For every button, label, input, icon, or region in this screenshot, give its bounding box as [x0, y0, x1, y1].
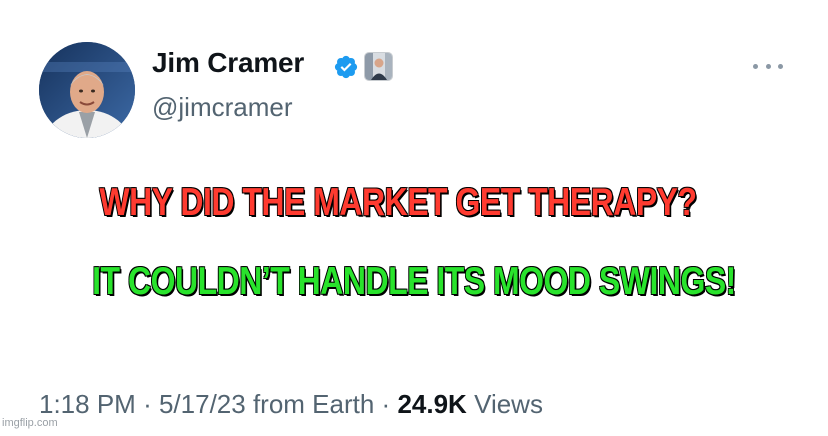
avatar[interactable]: [39, 42, 135, 138]
more-options-icon[interactable]: [753, 59, 783, 73]
meta-separator: ·: [381, 389, 391, 419]
username-handle[interactable]: @jimcramer: [152, 94, 293, 120]
imgflip-watermark: imgflip.com: [2, 417, 58, 429]
views-count[interactable]: 24.9K: [397, 389, 466, 419]
meme-caption-top: WHY DID THE MARKET GET THERAPY?: [99, 181, 698, 224]
tweet-time[interactable]: 1:18 PM: [39, 389, 136, 419]
verified-badge-icon[interactable]: [333, 54, 359, 80]
meta-separator: ·: [143, 389, 152, 419]
display-name[interactable]: Jim Cramer: [152, 49, 304, 77]
views-label[interactable]: Views: [474, 389, 543, 419]
tweet-date[interactable]: 5/17/23 from Earth: [159, 389, 374, 419]
affiliate-badge-icon[interactable]: [364, 52, 393, 81]
tweet-metadata: 1:18 PM · 5/17/23 from Earth · 24.9K Vie…: [39, 391, 543, 417]
profile-photo: [39, 42, 135, 138]
meme-caption-bottom: IT COULDN’T HANDLE ITS MOOD SWINGS!: [92, 260, 737, 303]
